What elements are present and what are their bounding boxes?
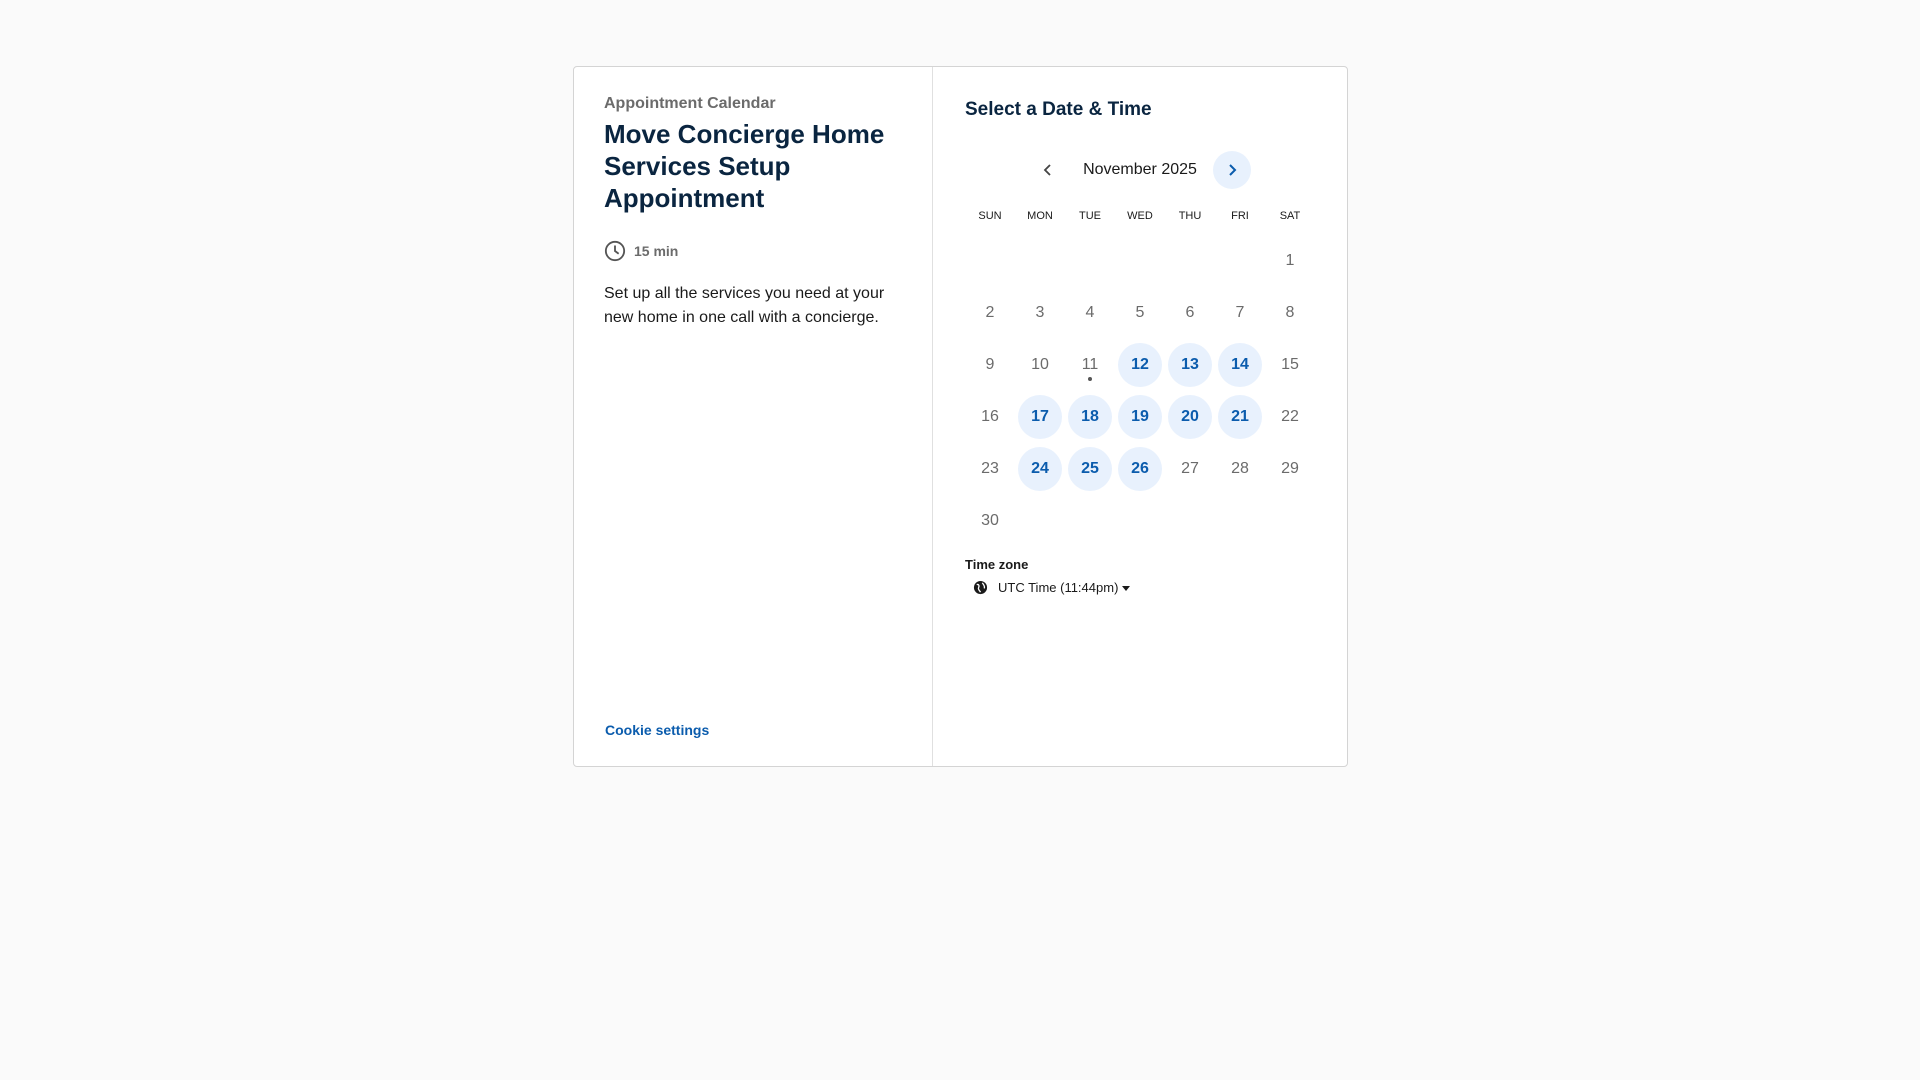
day-number: 6	[1185, 304, 1195, 321]
month-label: November 2025	[1083, 161, 1197, 178]
day-4: 4	[1065, 287, 1115, 339]
day-number: 27	[1181, 460, 1199, 477]
day-number[interactable]: 19	[1118, 395, 1162, 439]
day-number: 1	[1285, 252, 1295, 269]
available-day-18[interactable]: 18	[1065, 391, 1115, 443]
available-day-17[interactable]: 17	[1015, 391, 1065, 443]
weekday-label: SUN	[978, 210, 1002, 222]
day-number: 7	[1235, 304, 1245, 321]
available-day-20[interactable]: 20	[1165, 391, 1215, 443]
timezone-select[interactable]: UTC Time (11:44pm)	[973, 580, 1315, 595]
day-number: 23	[981, 460, 999, 477]
available-day-12[interactable]: 12	[1115, 339, 1165, 391]
today-indicator-dot	[1088, 377, 1092, 381]
panel-title: Select a Date & Time	[965, 99, 1152, 120]
day-22: 22	[1265, 391, 1315, 443]
weekday-label: THU	[1178, 210, 1202, 222]
day-number[interactable]: 26	[1118, 447, 1162, 491]
globe-icon	[973, 580, 988, 595]
previous-month-button[interactable]	[1029, 151, 1067, 189]
day-30: 30	[965, 495, 1015, 547]
available-day-19[interactable]: 19	[1115, 391, 1165, 443]
day-23: 23	[965, 443, 1015, 495]
day-3: 3	[1015, 287, 1065, 339]
available-day-14[interactable]: 14	[1215, 339, 1265, 391]
day-11: 11	[1065, 339, 1115, 391]
empty-day-cell	[1165, 235, 1215, 287]
day-number: 4	[1085, 304, 1095, 321]
empty-day-cell	[1065, 235, 1115, 287]
day-15: 15	[1265, 339, 1315, 391]
day-10: 10	[1015, 339, 1065, 391]
day-number: 16	[981, 408, 999, 425]
timezone-label: Time zone	[965, 557, 1029, 572]
date-time-panel: Select a Date & Time November 2025 SUN MO…	[933, 67, 1347, 766]
month-navigation: November 2025	[965, 150, 1315, 190]
event-title: Move Concierge Home Services Setup Appoi…	[604, 119, 885, 213]
day-number[interactable]: 14	[1218, 343, 1262, 387]
chevron-right-icon	[1229, 164, 1237, 176]
day-number: 10	[1031, 356, 1049, 373]
timezone-value: UTC Time (11:44pm)	[998, 580, 1131, 595]
organizer-name: Appointment Calendar	[604, 95, 776, 112]
day-number: 29	[1281, 460, 1299, 477]
weekday-label: MON	[1027, 210, 1053, 222]
day-6: 6	[1165, 287, 1215, 339]
weekday-label: FRI	[1231, 210, 1249, 222]
day-number[interactable]: 25	[1068, 447, 1112, 491]
event-description: Set up all the services you need at your…	[604, 285, 885, 326]
empty-day-cell	[1015, 235, 1065, 287]
empty-day-cell	[1115, 235, 1165, 287]
day-number[interactable]: 17	[1018, 395, 1062, 439]
day-27: 27	[1165, 443, 1215, 495]
day-16: 16	[965, 391, 1015, 443]
chevron-left-icon	[1043, 164, 1051, 176]
day-7: 7	[1215, 287, 1265, 339]
available-day-25[interactable]: 25	[1065, 443, 1115, 495]
available-day-21[interactable]: 21	[1215, 391, 1265, 443]
day-5: 5	[1115, 287, 1165, 339]
empty-day-cell	[1215, 235, 1265, 287]
day-number: 8	[1285, 304, 1295, 321]
day-number: 3	[1035, 304, 1045, 321]
day-number: 28	[1231, 460, 1249, 477]
day-1: 1	[1265, 235, 1315, 287]
weekday-label: TUE	[1079, 210, 1101, 222]
day-number[interactable]: 12	[1118, 343, 1162, 387]
day-number: 30	[981, 512, 999, 529]
weekday-label: SAT	[1279, 210, 1301, 222]
empty-day-cell	[965, 235, 1015, 287]
event-duration: 15 min	[604, 240, 902, 262]
booking-card: Appointment Calendar Move Concierge Home…	[573, 66, 1348, 767]
cookie-settings-link[interactable]: Cookie settings	[605, 722, 709, 738]
day-29: 29	[1265, 443, 1315, 495]
day-number[interactable]: 24	[1018, 447, 1062, 491]
next-month-button[interactable]	[1213, 151, 1251, 189]
day-2: 2	[965, 287, 1015, 339]
day-number: 9	[985, 356, 995, 373]
available-day-26[interactable]: 26	[1115, 443, 1165, 495]
weekday-label: WED	[1127, 210, 1153, 222]
day-number[interactable]: 18	[1068, 395, 1112, 439]
available-day-13[interactable]: 13	[1165, 339, 1215, 391]
day-28: 28	[1215, 443, 1265, 495]
event-details-panel: Appointment Calendar Move Concierge Home…	[574, 67, 933, 766]
day-number: 15	[1281, 356, 1299, 373]
day-9: 9	[965, 339, 1015, 391]
day-number: 2	[985, 304, 995, 321]
available-day-24[interactable]: 24	[1015, 443, 1065, 495]
clock-icon	[604, 240, 626, 262]
day-number: 22	[1281, 408, 1299, 425]
duration-label: 15 min	[634, 243, 679, 259]
weekday-header: SUN MON TUE WED THU FRI SAT	[965, 210, 1315, 222]
day-number[interactable]: 21	[1218, 395, 1262, 439]
calendar-grid: 1 2 3 4 5 6 7 8 9 10 11 12 13 14 15 16 17 18 19 20 21 22 23 24 2…	[965, 235, 1315, 547]
day-number[interactable]: 13	[1168, 343, 1212, 387]
day-8: 8	[1265, 287, 1315, 339]
caret-down-icon	[1122, 586, 1131, 592]
day-number: 5	[1135, 304, 1145, 321]
day-number[interactable]: 20	[1168, 395, 1212, 439]
